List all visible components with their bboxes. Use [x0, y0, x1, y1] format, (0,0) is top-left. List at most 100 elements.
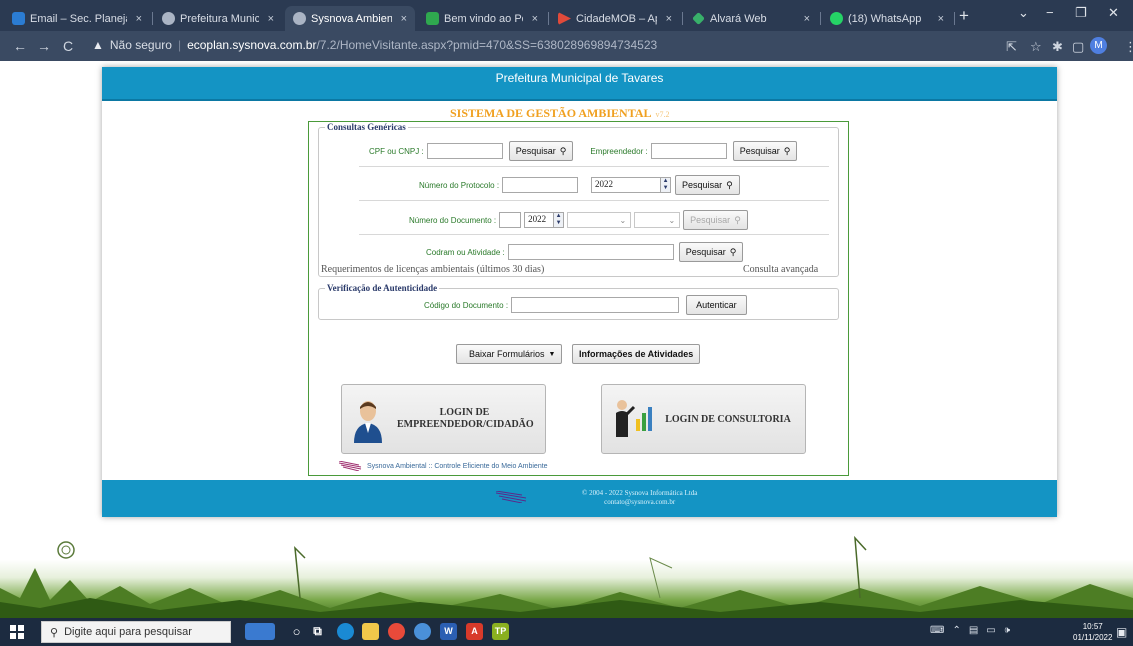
- tab-cidademob[interactable]: CidadeMOB – Apps no ×: [550, 6, 680, 31]
- system-title: SISTEMA DE GESTÃO AMBIENTAL v7.2: [450, 106, 670, 120]
- keyboard-icon[interactable]: ⌨: [930, 625, 944, 636]
- battery-icon[interactable]: ▭: [986, 625, 995, 636]
- cpf-label: CPF ou CNPJ :: [369, 146, 424, 156]
- portal-icon: [426, 12, 439, 25]
- globe-icon: [293, 12, 306, 25]
- minimize-icon[interactable]: −: [1046, 5, 1054, 20]
- entrepreneur-label: Empreendedor :: [590, 146, 648, 156]
- outlook-icon: [12, 12, 25, 25]
- word-icon[interactable]: W: [440, 623, 457, 640]
- activity-row: Codram ou Atividade : Pesquisar ⚲: [426, 242, 744, 262]
- close-icon[interactable]: ×: [800, 13, 810, 25]
- tab-sysnova[interactable]: Sysnova Ambiental ×: [285, 6, 415, 31]
- generic-queries-legend: Consultas Genéricas: [325, 122, 408, 132]
- year-spinner-icon[interactable]: ▲ ▼: [661, 177, 672, 193]
- tab-prefeitura[interactable]: Prefeitura Municipal de ×: [154, 6, 282, 31]
- clock-time: 10:57: [1082, 622, 1103, 631]
- tab-search-chevron-icon[interactable]: ⌄: [1018, 5, 1029, 21]
- authenticity-legend: Verificação de Autenticidade: [325, 283, 440, 293]
- document-code-input[interactable]: [511, 297, 680, 313]
- document-code-label: Código do Documento :: [424, 300, 509, 310]
- document-row: Número do Documento : 2022 ▲ ▼ ⌄ ⌄ Pesqui…: [409, 210, 748, 230]
- authenticity-row: Código do Documento : Autenticar: [424, 295, 747, 315]
- document-subtype-select[interactable]: ⌄: [634, 212, 681, 228]
- credit-text: Sysnova Ambiental :: Controle Eficiente …: [367, 462, 548, 470]
- acrobat-icon[interactable]: A: [466, 623, 483, 640]
- activity-search-button[interactable]: Pesquisar ⚲: [678, 242, 744, 262]
- document-search-button[interactable]: Pesquisar ⚲: [683, 210, 748, 230]
- close-icon[interactable]: ×: [132, 13, 142, 25]
- forward-arrow-icon[interactable]: →: [32, 38, 56, 54]
- window-close-icon[interactable]: ✕: [1108, 5, 1119, 21]
- activity-input[interactable]: [507, 244, 674, 260]
- close-icon[interactable]: ×: [528, 13, 538, 25]
- authenticity-group: Verificação de Autenticidade Código do D…: [318, 283, 839, 320]
- requirements-link[interactable]: Requerimentos de licenças ambientais (úl…: [321, 264, 544, 275]
- news-widget-icon[interactable]: [245, 623, 275, 640]
- notification-icon[interactable]: ▣: [1116, 625, 1127, 639]
- login-entrepreneur-label: LOGIN DE EMPREENDEDOR/CIDADÃO: [397, 407, 534, 430]
- protocol-search-button[interactable]: Pesquisar ⚲: [675, 175, 740, 195]
- cpf-input[interactable]: [426, 143, 503, 159]
- taskbar-search[interactable]: ⚲ Digite aqui para pesquisar: [41, 621, 231, 643]
- bookmark-star-icon[interactable]: ☆: [1030, 39, 1042, 55]
- close-icon[interactable]: ×: [934, 13, 944, 25]
- protocol-input[interactable]: [502, 177, 579, 193]
- close-icon[interactable]: ×: [264, 13, 274, 25]
- restore-icon[interactable]: ❐: [1075, 5, 1087, 21]
- tab-whatsapp[interactable]: (18) WhatsApp ×: [822, 6, 952, 31]
- volume-icon[interactable]: 🕩: [1004, 625, 1010, 636]
- tab-portal[interactable]: Bem vindo ao Portal do ×: [418, 6, 546, 31]
- reload-icon[interactable]: C: [56, 38, 80, 54]
- entrepreneur-search-button[interactable]: Pesquisar ⚲: [732, 141, 798, 161]
- close-icon[interactable]: ×: [662, 13, 672, 25]
- app-icon[interactable]: [414, 623, 431, 640]
- login-consultancy-button[interactable]: LOGIN DE CONSULTORIA: [601, 384, 806, 454]
- taskbar-search-placeholder: Digite aqui para pesquisar: [64, 626, 192, 638]
- taskbar-clock[interactable]: 10:57 01/11/2022: [1073, 621, 1112, 643]
- windows-taskbar: ⚲ Digite aqui para pesquisar ○ ⧉ W A TP …: [0, 618, 1133, 646]
- edge-browser-icon[interactable]: [337, 623, 354, 640]
- year-spinner-icon[interactable]: ▲ ▼: [554, 212, 565, 228]
- side-panel-icon[interactable]: ▢: [1072, 39, 1084, 55]
- document-type-select[interactable]: ⌄: [567, 212, 632, 228]
- globe-icon: [162, 12, 175, 25]
- protocol-row: Número do Protocolo : 2022 ▲ ▼ Pesquisar ⚲: [419, 175, 740, 195]
- extensions-icon[interactable]: ✱: [1052, 39, 1063, 55]
- document-input[interactable]: [499, 212, 522, 228]
- tab-email[interactable]: Email – Sec. Planejamer ×: [4, 6, 150, 31]
- download-forms-button[interactable]: Baixar Formulários ▼: [456, 344, 563, 364]
- activities-info-button[interactable]: Informações de Atividades: [572, 344, 701, 364]
- authenticate-button[interactable]: Autenticar: [686, 295, 747, 315]
- address-bar[interactable]: ▲ Não seguro | ecoplan.sysnova.com.br/7.…: [92, 38, 657, 52]
- project-app-icon[interactable]: TP: [492, 623, 509, 640]
- chrome-browser-icon[interactable]: [388, 623, 405, 640]
- sysnova-logo-icon: [496, 491, 527, 503]
- chevron-down-icon: ⌄: [619, 215, 627, 225]
- search-icon: ⚲: [559, 145, 567, 156]
- file-explorer-icon[interactable]: [362, 623, 379, 640]
- clock-date: 01/11/2022: [1073, 633, 1113, 642]
- diamond-icon: [692, 12, 705, 25]
- back-arrow-icon[interactable]: ←: [8, 38, 32, 54]
- menu-dots-icon[interactable]: ⋮: [1124, 39, 1133, 55]
- consultant-chart-icon: [616, 400, 652, 437]
- grass-background: [0, 528, 1133, 618]
- entrepreneur-input[interactable]: [650, 143, 727, 159]
- cpf-search-button[interactable]: Pesquisar ⚲: [508, 141, 574, 161]
- tab-alvara[interactable]: Alvará Web ×: [684, 6, 818, 31]
- document-year-input[interactable]: 2022: [524, 212, 555, 228]
- share-icon[interactable]: ⇱: [1006, 39, 1017, 55]
- generic-queries-group: Consultas Genéricas CPF ou CNPJ : Pesqui…: [318, 122, 839, 277]
- task-view-icon[interactable]: ⧉: [309, 623, 326, 640]
- login-entrepreneur-button[interactable]: LOGIN DE EMPREENDEDOR/CIDADÃO: [341, 384, 546, 454]
- windows-start-icon[interactable]: [10, 625, 24, 639]
- profile-avatar[interactable]: M: [1090, 37, 1107, 54]
- cortana-icon[interactable]: ○: [288, 623, 305, 640]
- new-tab-button[interactable]: +: [959, 6, 969, 26]
- network-icon[interactable]: ▤: [969, 625, 978, 636]
- close-icon[interactable]: ×: [397, 13, 407, 25]
- chevron-up-icon[interactable]: ⌃: [952, 625, 960, 636]
- protocol-year-input[interactable]: 2022: [591, 177, 662, 193]
- advanced-search-link[interactable]: Consulta avançada: [743, 264, 818, 275]
